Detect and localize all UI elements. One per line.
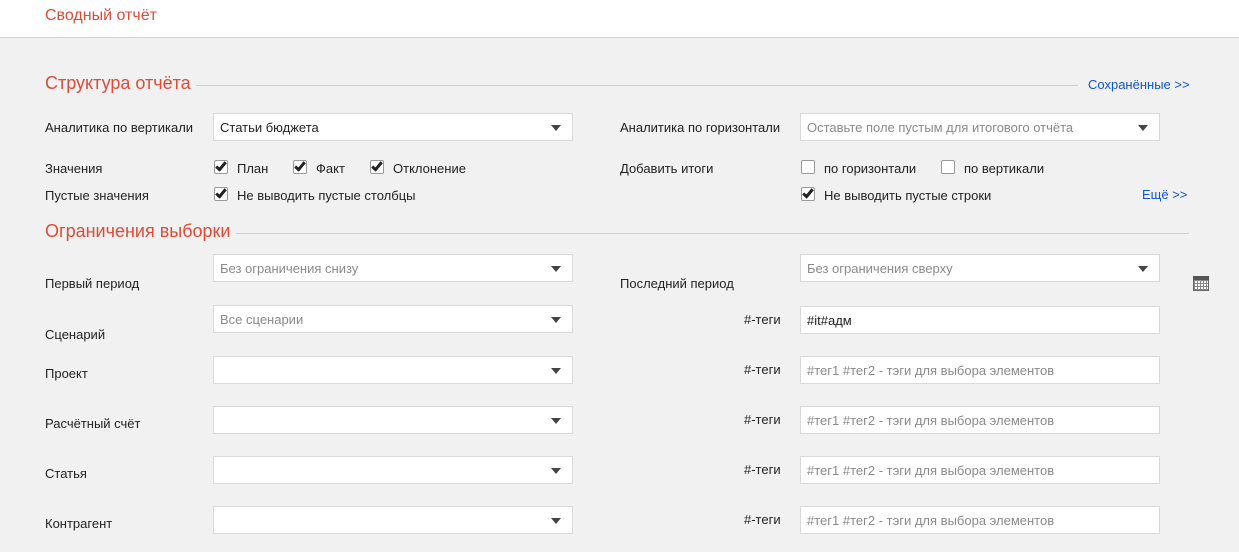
saved-reports-link[interactable]: Сохранённые >> (1088, 77, 1190, 92)
horizontal-analytics-label: Аналитика по горизонтали (620, 120, 781, 135)
vertical-analytics-label: Аналитика по вертикали (45, 120, 194, 135)
article-tags-label: #-теги (744, 462, 781, 477)
hide-empty-rows-checkbox[interactable] (801, 186, 815, 201)
account-tags-placeholder: #тег1 #тег2 - тэги для выбора элементов (807, 413, 1055, 428)
chevron-down-icon (551, 368, 561, 374)
first-period-label: Первый период (45, 276, 140, 291)
project-tags-label: #-теги (744, 362, 781, 377)
chevron-down-icon (551, 468, 561, 474)
deviation-checkbox[interactable] (370, 159, 384, 174)
values-label: Значения (45, 161, 103, 176)
horizontal-analytics-placeholder: Оставьте поле пустым для итогового отчёт… (807, 120, 1074, 135)
hide-empty-rows-label: Не выводить пустые строки (824, 188, 992, 203)
deviation-label: Отклонение (393, 161, 466, 176)
totals-horizontal-checkbox[interactable] (801, 160, 815, 174)
project-tags-input[interactable]: #тег1 #тег2 - тэги для выбора элементов (800, 356, 1160, 384)
first-period-placeholder: Без ограничения снизу (220, 261, 359, 276)
vertical-analytics-value: Статьи бюджета (220, 120, 319, 135)
last-period-label: Последний период (620, 276, 734, 291)
plan-checkbox[interactable] (214, 159, 228, 174)
calendar-grid (1193, 280, 1209, 291)
project-label: Проект (45, 366, 88, 381)
fact-label: Факт (316, 161, 345, 176)
account-tags-label: #-теги (744, 412, 781, 427)
account-tags-input[interactable]: #тег1 #тег2 - тэги для выбора элементов (800, 406, 1160, 434)
scenario-tags-input[interactable]: #it#адм (800, 306, 1160, 334)
calendar-icon[interactable] (1193, 276, 1209, 291)
fact-checkbox[interactable] (293, 159, 307, 174)
scenario-tags-label: #-теги (744, 312, 781, 327)
chevron-down-icon (551, 317, 561, 323)
more-options-link[interactable]: Ещё >> (1142, 187, 1187, 202)
scenario-tags-value: #it#адм (807, 313, 852, 328)
chevron-down-icon (551, 125, 561, 131)
checkmark-icon (294, 159, 306, 172)
section-divider (196, 85, 1078, 86)
counterparty-select[interactable] (213, 506, 573, 534)
section-title-filters: Ограничения выборки (45, 221, 231, 241)
checkmark-icon (802, 186, 814, 199)
counterparty-tags-label: #-теги (744, 512, 781, 527)
totals-label: Добавить итоги (620, 161, 714, 176)
last-period-select[interactable]: Без ограничения сверху (800, 254, 1160, 282)
account-select[interactable] (213, 406, 573, 434)
scenario-placeholder: Все сценарии (220, 312, 304, 327)
counterparty-tags-input[interactable]: #тег1 #тег2 - тэги для выбора элементов (800, 506, 1160, 534)
article-label: Статья (45, 466, 87, 481)
counterparty-tags-placeholder: #тег1 #тег2 - тэги для выбора элементов (807, 513, 1055, 528)
chevron-down-icon (1138, 125, 1148, 131)
checkmark-icon (215, 186, 227, 199)
totals-vertical-checkbox[interactable] (941, 160, 955, 174)
page-title: Сводный отчёт (45, 7, 157, 24)
section-title-structure: Структура отчёта (45, 73, 191, 93)
scenario-label: Сценарий (45, 327, 106, 342)
chevron-down-icon (551, 518, 561, 524)
project-tags-placeholder: #тег1 #тег2 - тэги для выбора элементов (807, 363, 1055, 378)
first-period-select[interactable]: Без ограничения снизу (213, 254, 573, 282)
hide-empty-columns-label: Не выводить пустые столбцы (237, 188, 416, 203)
article-tags-input[interactable]: #тег1 #тег2 - тэги для выбора элементов (800, 456, 1160, 484)
totals-vertical-label: по вертикали (964, 161, 1045, 176)
article-tags-placeholder: #тег1 #тег2 - тэги для выбора элементов (807, 463, 1055, 478)
counterparty-label: Контрагент (45, 516, 113, 531)
vertical-analytics-select[interactable]: Статьи бюджета (213, 113, 573, 141)
checkmark-icon (215, 159, 227, 172)
totals-horizontal-label: по горизонтали (824, 161, 917, 176)
scenario-select[interactable]: Все сценарии (213, 305, 573, 333)
section-divider (236, 233, 1189, 234)
last-period-placeholder: Без ограничения сверху (807, 261, 953, 276)
plan-label: План (237, 161, 269, 176)
chevron-down-icon (551, 266, 561, 272)
top-bar: Сводный отчёт (0, 0, 1239, 38)
article-select[interactable] (213, 456, 573, 484)
project-select[interactable] (213, 356, 573, 384)
chevron-down-icon (551, 418, 561, 424)
empty-values-label: Пустые значения (45, 188, 149, 203)
hide-empty-columns-checkbox[interactable] (214, 186, 228, 201)
account-label: Расчётный счёт (45, 416, 141, 431)
checkmark-icon (371, 159, 383, 172)
horizontal-analytics-select[interactable]: Оставьте поле пустым для итогового отчёт… (800, 113, 1160, 141)
chevron-down-icon (1138, 266, 1148, 272)
